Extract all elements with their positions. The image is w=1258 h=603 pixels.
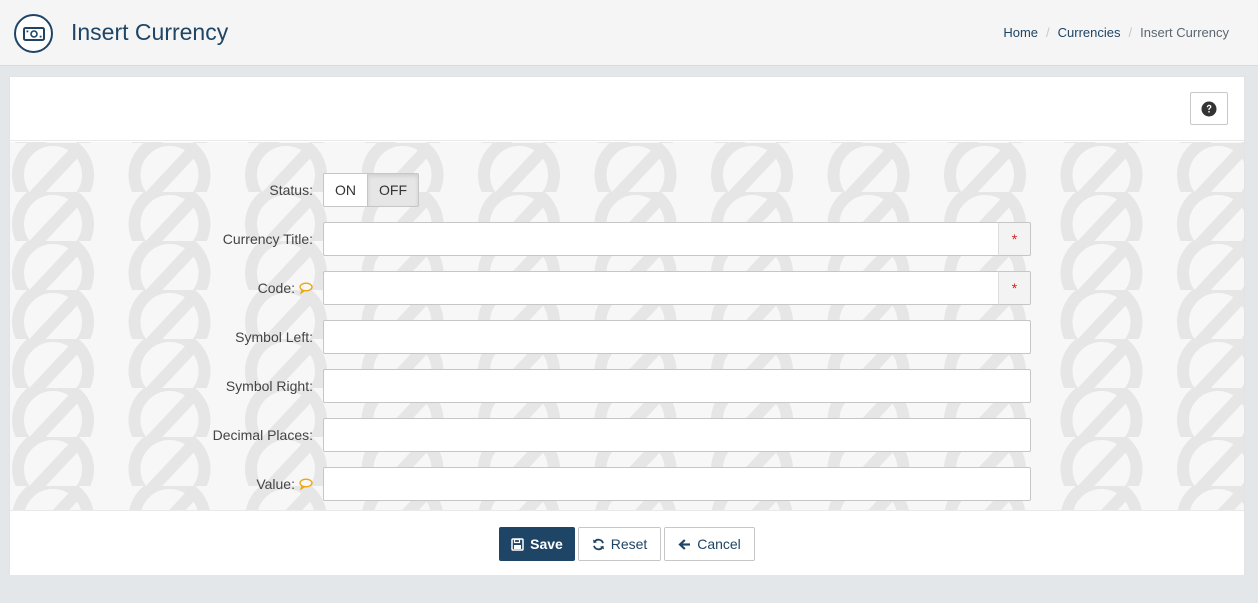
code-label-text: Code: (257, 280, 295, 296)
value-label-text: Value: (256, 476, 295, 492)
decimal-places-row: Decimal Places: (10, 418, 1244, 452)
help-button[interactable] (1190, 92, 1228, 125)
code-label: Code: (258, 271, 313, 306)
symbol-right-label: Symbol Right: (225, 378, 313, 394)
form-actions: Save Reset Cancel (10, 510, 1244, 575)
value-input[interactable] (323, 467, 1031, 501)
value-row: Value: (10, 467, 1244, 501)
currency-title-row: Currency Title: * (10, 222, 1244, 256)
symbol-left-input[interactable] (323, 320, 1031, 354)
status-on-button[interactable]: ON (323, 173, 368, 207)
symbol-left-label: Symbol Left: (235, 329, 313, 345)
symbol-right-input[interactable] (323, 369, 1031, 403)
breadcrumb-current: Insert Currency (1140, 25, 1229, 40)
value-label: Value: (256, 467, 313, 502)
code-row: Code: * (10, 271, 1244, 305)
breadcrumb-home[interactable]: Home (1003, 25, 1038, 40)
decimal-places-input[interactable] (323, 418, 1031, 452)
question-circle-icon (1201, 101, 1217, 116)
cancel-button[interactable]: Cancel (664, 527, 755, 561)
floppy-disk-icon (511, 537, 524, 551)
form-panel: Status: ON OFF Currency Title: * Code: *… (9, 76, 1245, 575)
symbol-left-row: Symbol Left: (10, 320, 1244, 354)
status-row: Status: ON OFF (10, 173, 1244, 207)
currency-title-input[interactable] (323, 222, 999, 256)
required-indicator: * (998, 222, 1031, 256)
refresh-icon (592, 538, 604, 550)
reset-label: Reset (610, 536, 648, 552)
status-label: Status: (269, 182, 313, 198)
breadcrumb: Home / Currencies / Insert Currency (1003, 25, 1229, 41)
reset-button[interactable]: Reset (578, 527, 661, 561)
money-bill-icon (14, 14, 53, 53)
page-title: Insert Currency (71, 19, 229, 45)
breadcrumb-separator: / (1128, 25, 1133, 40)
decimal-places-label: Decimal Places: (212, 427, 313, 443)
symbol-right-row: Symbol Right: (10, 369, 1244, 403)
comment-icon[interactable] (299, 468, 313, 502)
breadcrumb-currencies[interactable]: Currencies (1058, 25, 1121, 40)
code-input[interactable] (323, 271, 999, 305)
save-label: Save (530, 536, 563, 552)
status-toggle[interactable]: ON OFF (323, 173, 419, 207)
comment-icon[interactable] (299, 272, 313, 306)
breadcrumb-separator: / (1046, 25, 1050, 40)
page-header: Insert Currency Home / Currencies / Insert C… (0, 0, 1258, 66)
currency-title-label: Currency Title: (222, 231, 313, 247)
form-body: Status: ON OFF Currency Title: * Code: *… (10, 142, 1244, 510)
save-button[interactable]: Save (499, 527, 575, 561)
arrow-left-icon (678, 538, 691, 550)
status-off-button[interactable]: OFF (368, 173, 419, 207)
panel-toolbar (10, 77, 1244, 141)
required-indicator: * (998, 271, 1031, 305)
cancel-label: Cancel (697, 536, 741, 552)
